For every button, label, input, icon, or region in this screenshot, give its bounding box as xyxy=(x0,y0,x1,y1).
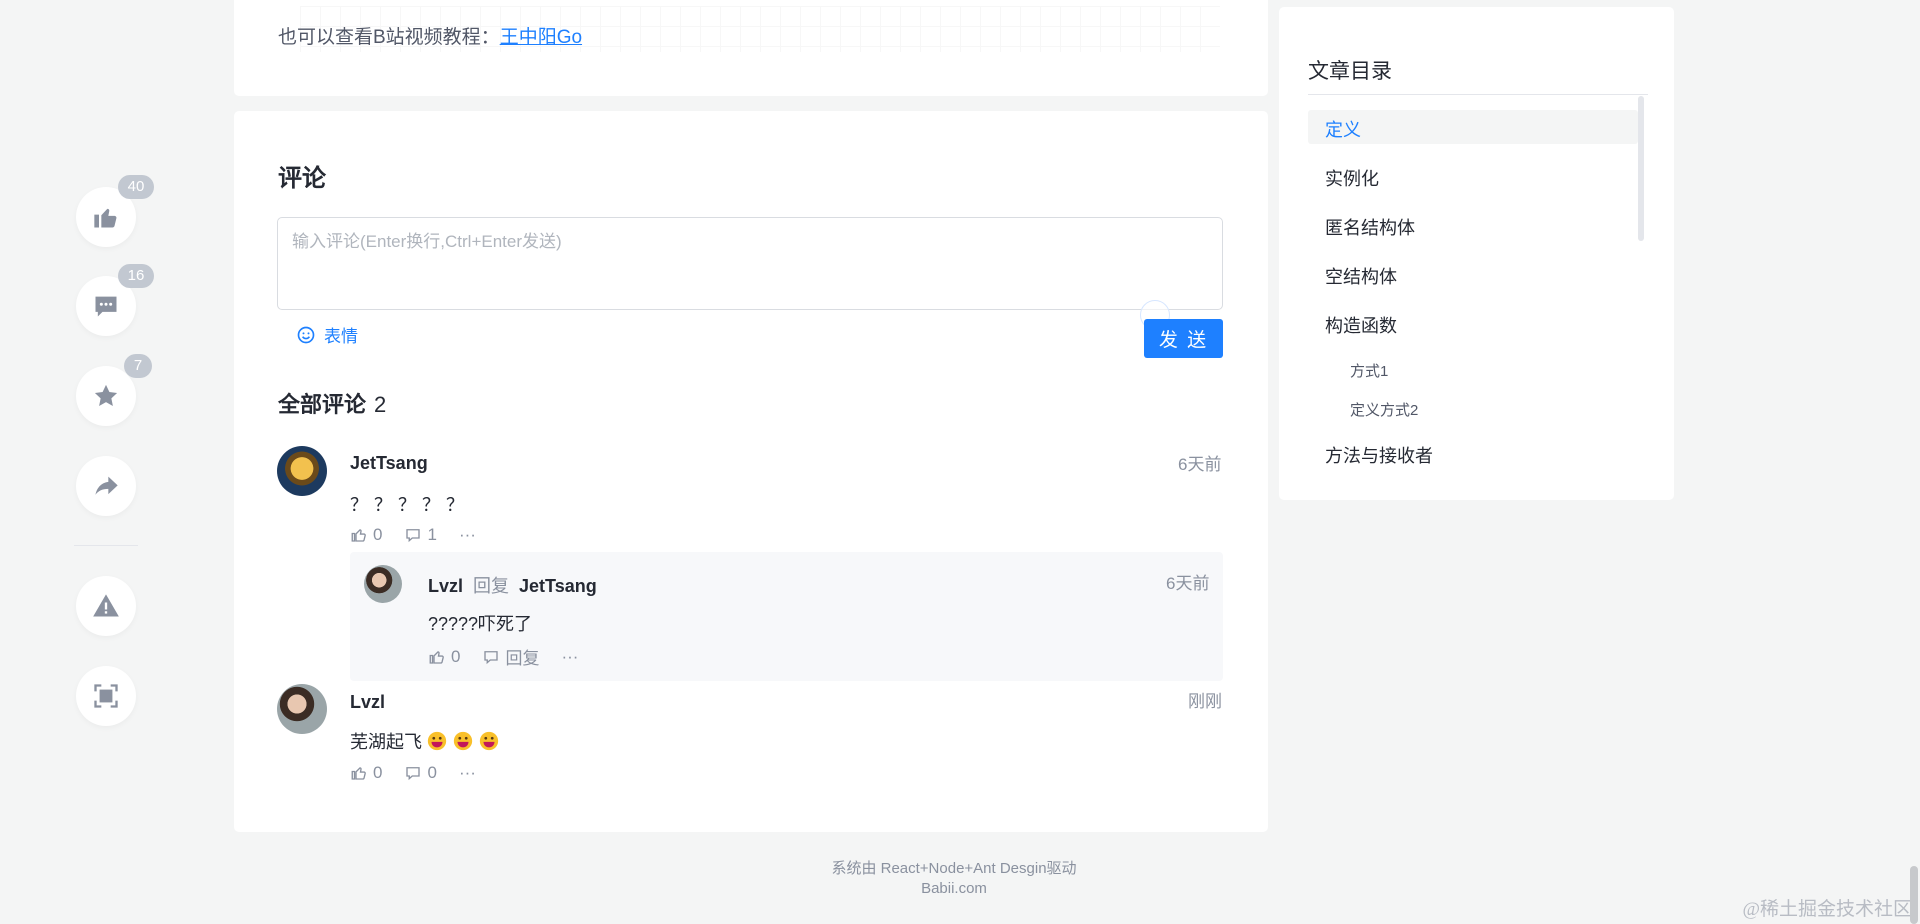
reply-count: 0 xyxy=(427,763,437,782)
share-button[interactable] xyxy=(76,456,136,516)
site-footer: 系统由 React+Node+Ant Desgin驱动 Babii.com xyxy=(0,859,1908,899)
collect-count-badge: 7 xyxy=(124,354,152,378)
like-action[interactable]: 0 xyxy=(350,763,382,783)
like-action[interactable]: 0 xyxy=(350,525,382,545)
toc-item-anonymous-struct[interactable]: 匿名结构体 xyxy=(1325,214,1415,240)
comment-author[interactable]: Lvzl xyxy=(350,692,385,713)
tutorial-text: 也可以查看B站视频教程： xyxy=(278,27,500,48)
comment-time: 刚刚 xyxy=(1188,692,1222,711)
toc-subitem-method2[interactable]: 定义方式2 xyxy=(1350,399,1418,420)
tutorial-link[interactable]: 王中阳Go xyxy=(500,27,582,48)
like-count: 0 xyxy=(451,646,461,666)
footer-powered-by: 系统由 React+Node+Ant Desgin驱动 xyxy=(831,860,1077,877)
watermark: @稀土掘金技术社区 xyxy=(1742,899,1913,920)
toc-item-empty-struct[interactable]: 空结构体 xyxy=(1325,263,1397,289)
star-icon xyxy=(94,384,118,407)
all-comments-label: 全部评论 xyxy=(278,392,367,417)
toc-item-constructor[interactable]: 构造函数 xyxy=(1325,312,1397,338)
collect-button[interactable]: 7 xyxy=(76,354,152,426)
avatar[interactable] xyxy=(277,446,327,496)
all-comments-count: 2 xyxy=(374,392,387,417)
toc-subitem-method1[interactable]: 方式1 xyxy=(1350,360,1388,381)
reply-word: 回复 xyxy=(473,576,510,596)
comment-outline-icon xyxy=(484,650,499,664)
like-action[interactable]: 0 xyxy=(428,647,460,667)
comment-author[interactable]: JetTsang xyxy=(350,453,428,474)
like-count-badge: 40 xyxy=(118,175,154,199)
send-button[interactable]: 发 送 xyxy=(1144,319,1223,358)
emoji-label: 表情 xyxy=(324,327,358,346)
report-button[interactable] xyxy=(76,576,136,636)
avatar[interactable] xyxy=(364,565,402,603)
fullscreen-icon xyxy=(94,684,118,708)
all-comments-title: 全部评论 2 xyxy=(278,387,386,419)
reply-target[interactable]: JetTsang xyxy=(519,576,597,596)
reply-action[interactable]: 1 xyxy=(404,525,437,545)
footer-domain: Babii.com xyxy=(921,880,987,897)
thumbs-up-outline-icon xyxy=(351,529,366,542)
reply-time: 6天前 xyxy=(1166,574,1210,593)
toc-title: 文章目录 xyxy=(1308,60,1392,83)
share-arrow-icon xyxy=(95,476,118,495)
article-tail-text: 也可以查看B站视频教程：王中阳Go xyxy=(278,22,582,49)
toc-item-instantiation[interactable]: 实例化 xyxy=(1325,165,1379,191)
more-menu[interactable]: ··· xyxy=(459,525,476,545)
comment-content: ？？？？？ xyxy=(350,495,470,515)
comment-outline-icon xyxy=(406,767,421,781)
reply-label: 回复 xyxy=(505,649,540,668)
avatar[interactable] xyxy=(277,684,327,734)
toc-item-definition[interactable]: 定义 xyxy=(1325,116,1361,142)
smiley-icon xyxy=(297,326,315,343)
toc-item-methods-receivers[interactable]: 方法与接收者 xyxy=(1325,442,1433,468)
more-menu[interactable]: ··· xyxy=(459,763,476,783)
reply-content: ?????吓死了 xyxy=(428,614,533,634)
comments-title: 评论 xyxy=(278,165,326,192)
fullscreen-button[interactable] xyxy=(76,666,136,726)
comment-actions: 0 0 ··· xyxy=(350,763,476,783)
comment-content-row: 芜湖起飞 xyxy=(350,728,500,754)
grin-emoji-icon xyxy=(479,731,499,751)
comment-count-badge: 16 xyxy=(118,264,154,288)
grin-emoji-icon xyxy=(453,731,473,751)
toc-scrollbar[interactable] xyxy=(1638,96,1644,241)
reply-count: 1 xyxy=(427,525,437,544)
comment-bubble-icon xyxy=(95,296,117,317)
more-menu[interactable]: ··· xyxy=(561,647,578,667)
reply-header: Lvzl 回复 JetTsang xyxy=(428,572,597,598)
reply-author[interactable]: Lvzl xyxy=(428,576,463,596)
comment-input[interactable]: 输入评论(Enter换行,Ctrl+Enter发送) xyxy=(277,217,1223,310)
emoji-button[interactable]: 表情 xyxy=(296,322,358,347)
comment-content: 芜湖起飞 xyxy=(350,732,422,752)
reply-actions: 0 回复 ··· xyxy=(428,644,578,669)
warning-icon xyxy=(93,594,119,617)
comment-actions: 0 1 ··· xyxy=(350,525,476,545)
rail-divider xyxy=(74,545,138,546)
thumbs-up-outline-icon xyxy=(351,767,366,780)
page-scrollbar[interactable] xyxy=(1910,866,1918,924)
comment-time: 6天前 xyxy=(1178,455,1222,474)
like-count: 0 xyxy=(373,763,383,782)
reply-action[interactable]: 0 xyxy=(404,763,437,783)
toc-divider xyxy=(1308,94,1648,95)
reply-action[interactable]: 回复 xyxy=(482,644,539,669)
grin-emoji-icon xyxy=(427,731,447,751)
like-button[interactable]: 40 xyxy=(76,175,154,247)
like-count: 0 xyxy=(373,525,383,544)
comment-outline-icon xyxy=(406,529,421,543)
thumbs-up-outline-icon xyxy=(429,650,444,664)
comment-button[interactable]: 16 xyxy=(76,264,154,336)
thumbs-up-icon xyxy=(94,208,117,228)
